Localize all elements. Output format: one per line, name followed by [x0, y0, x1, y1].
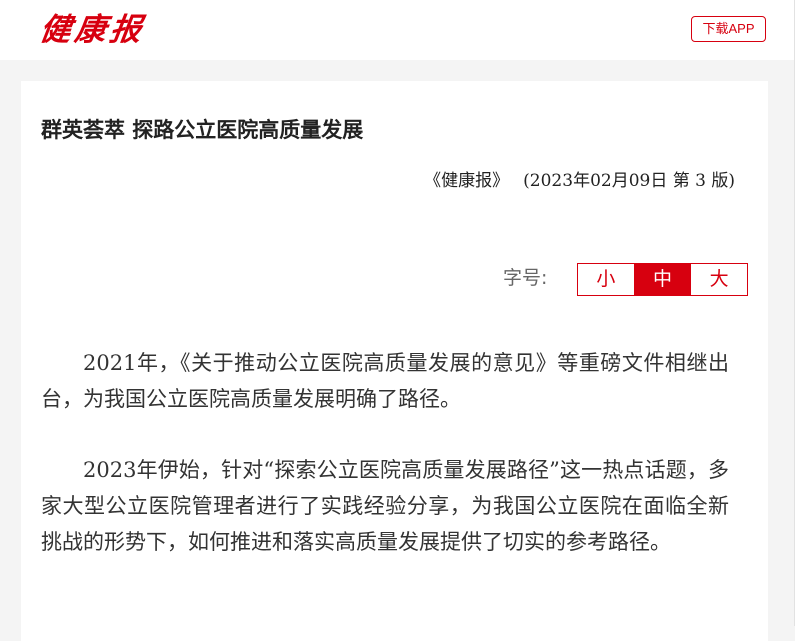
font-size-selector: 小 中 大 — [577, 263, 748, 296]
font-size-label: 字号: — [503, 267, 548, 289]
font-size-medium-button[interactable]: 中 — [633, 264, 691, 295]
article-paragraph: 2023年伊始，针对“探索公立医院高质量发展路径”这一热点话题，多家大型公立医院… — [41, 458, 729, 554]
font-size-large-button[interactable]: 大 — [690, 264, 748, 295]
source-name: 《健康报》 — [424, 171, 510, 191]
source-meta: (2023年02月09日 第 3 版) — [523, 171, 735, 191]
top-bar: 健康报 下载APP — [0, 0, 795, 60]
article-title: 群英荟萃 探路公立医院高质量发展 — [41, 118, 364, 142]
article-card: 群英荟萃 探路公立医院高质量发展 《健康报》 (2023年02月09日 第 3 版… — [21, 81, 768, 641]
article-paragraph: 2021年，《关于推动公立医院高质量发展的意见》等重磅文件相继出台，为我国公立医… — [41, 351, 729, 411]
download-app-button[interactable]: 下载APP — [691, 16, 766, 42]
logo[interactable]: 健康报 — [37, 10, 148, 50]
font-size-small-button[interactable]: 小 — [578, 264, 634, 295]
article-source: 《健康报》 (2023年02月09日 第 3 版) — [424, 168, 735, 194]
